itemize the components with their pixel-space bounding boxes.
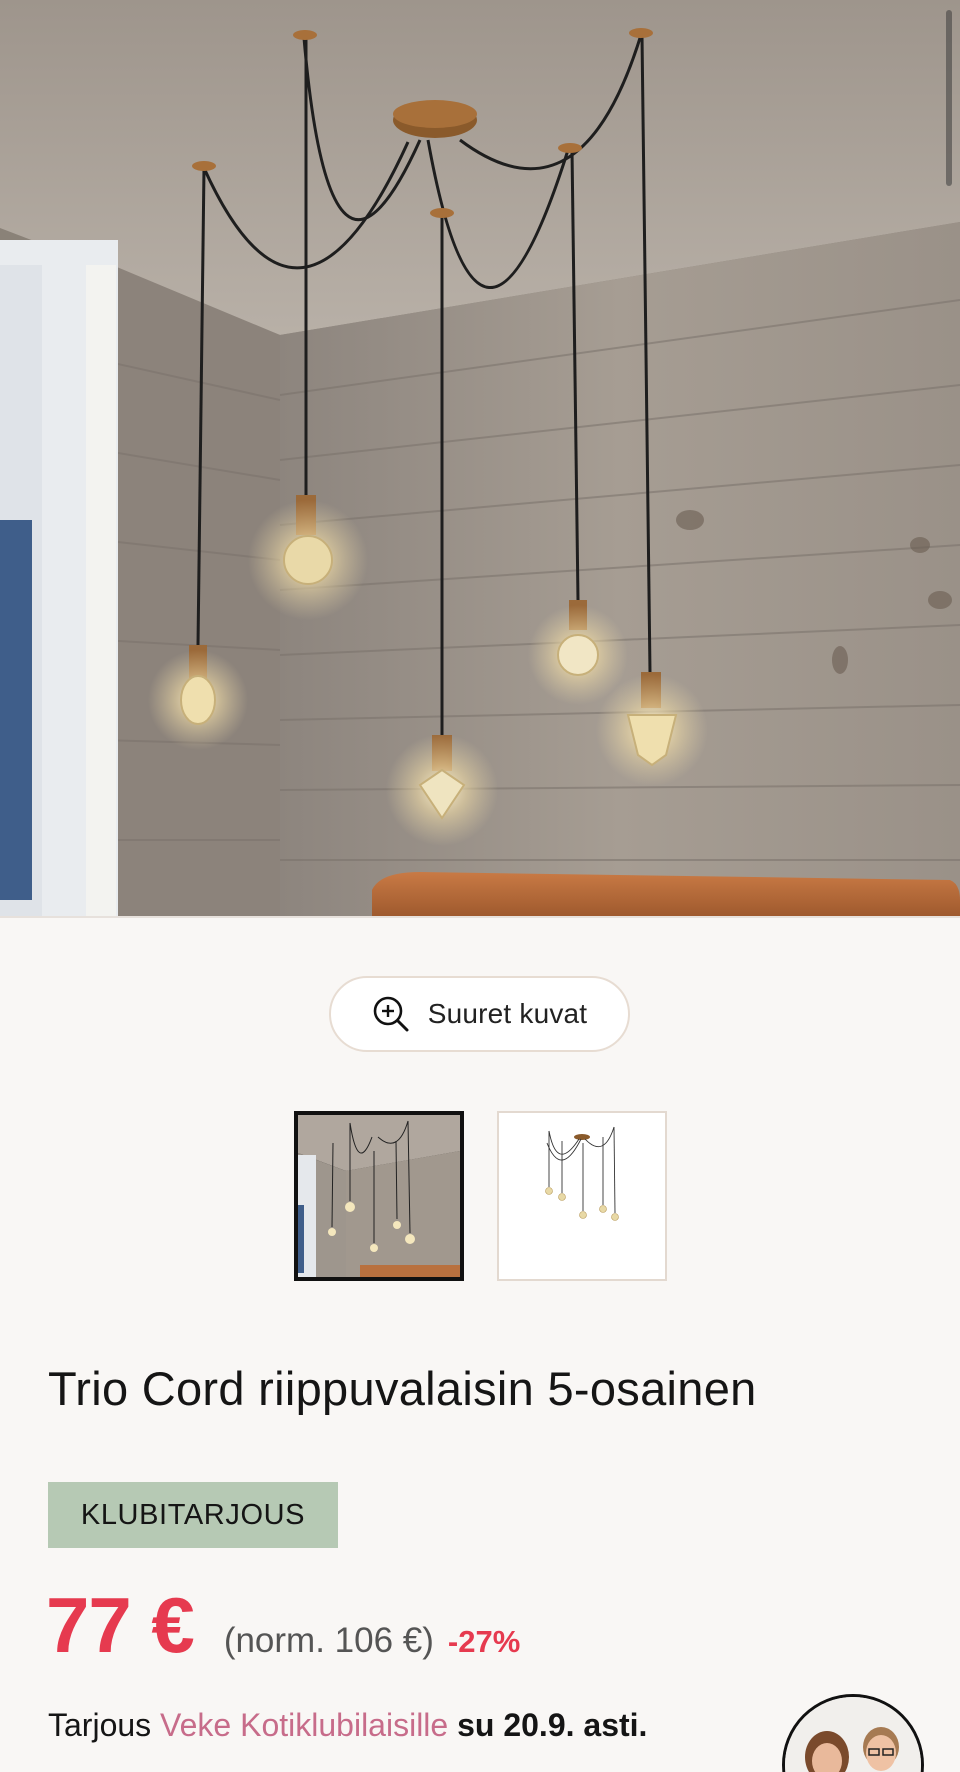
- customer-service-avatar[interactable]: [782, 1694, 924, 1772]
- zoom-in-icon: [372, 995, 410, 1033]
- room-photo-thumbnail-image: [298, 1115, 460, 1277]
- offer-end-date: su 20.9. asti.: [457, 1707, 648, 1743]
- current-price: 77 €: [46, 1581, 195, 1669]
- offer-text: Tarjous Veke Kotiklubilaisille su 20.9. …: [48, 1707, 647, 1744]
- club-offer-badge: KLUBITARJOUS: [48, 1482, 338, 1548]
- product-main-image[interactable]: [0, 0, 960, 916]
- normal-price: (norm. 106 €): [223, 1621, 434, 1660]
- discount-percent: -27%: [447, 1624, 521, 1659]
- large-images-label: Suuret kuvat: [427, 998, 588, 1029]
- price-row: 77 € (norm. 106 €) -27%: [46, 1580, 520, 1670]
- large-images-button[interactable]: Suuret kuvat: [329, 976, 630, 1052]
- product-cutout-thumbnail-image: [499, 1113, 665, 1279]
- offer-prefix: Tarjous: [48, 1707, 152, 1743]
- avatar-people-icon: [785, 1697, 921, 1772]
- thumbnail-product-cutout[interactable]: [497, 1111, 667, 1281]
- room-with-pendant-lights-image: [0, 0, 960, 916]
- image-scrollbar[interactable]: [946, 10, 952, 186]
- thumbnail-room-photo[interactable]: [294, 1111, 464, 1281]
- product-title: Trio Cord riippuvalaisin 5-osainen: [48, 1362, 757, 1415]
- divider: [0, 916, 960, 918]
- club-link[interactable]: Veke Kotiklubilaisille: [160, 1707, 448, 1743]
